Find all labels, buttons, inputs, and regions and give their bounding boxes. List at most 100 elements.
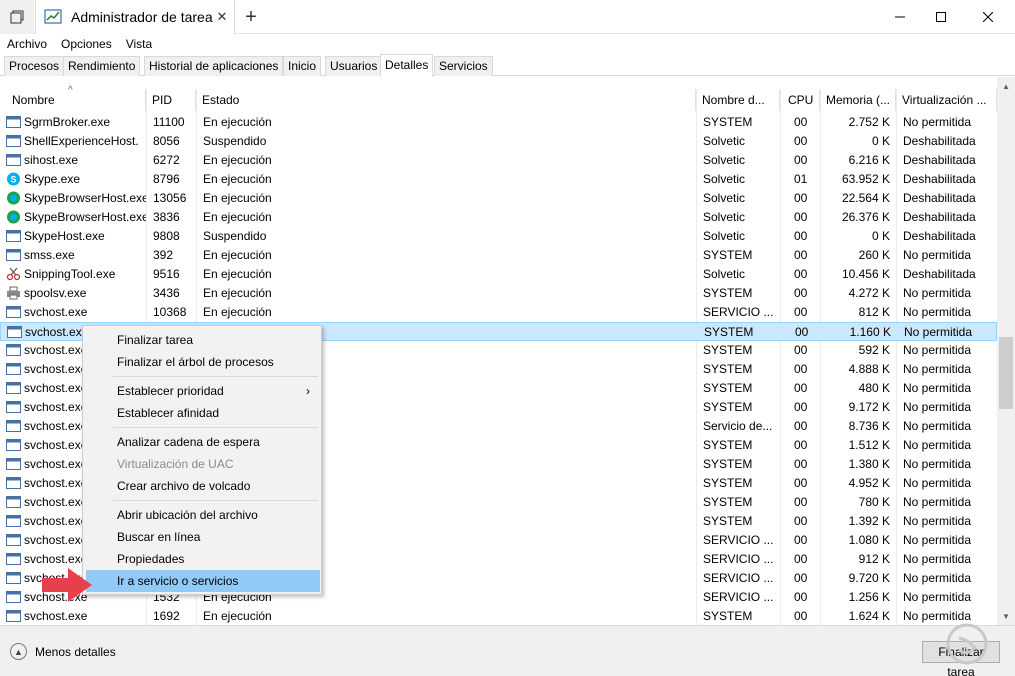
table-row[interactable]: SkypeBrowserHost.exe 13056 En ejecución Sol… [0,189,997,208]
context-menu-item[interactable]: Establecer prioridad › [86,380,320,402]
table-row[interactable]: spoolsv.exe 3436 En ejecución SYSTEM 00 4.272… [0,284,997,303]
table-row[interactable]: SnippingTool.exe 9516 En ejecución Solvetic… [0,265,997,284]
window-icon [6,419,21,433]
context-menu-item[interactable]: Finalizar tarea [86,329,320,351]
cell-user: Solvetic [703,267,746,281]
menu-bar: Archivo Opciones Vista [0,34,1015,54]
tab-historial[interactable]: Historial de aplicaciones [144,56,284,76]
cell-cpu: 00 [794,115,808,129]
cell-pid: 8056 [153,134,180,148]
cell-virt: No permitida [903,248,972,262]
window-icon [6,533,21,547]
less-details-toggle[interactable]: ▲ Menos detalles [10,643,116,660]
cell-virt: Deshabilitada [903,267,976,281]
cell-status: En ejecución [203,248,272,262]
chevron-up-icon: ▲ [10,643,27,660]
context-menu-item[interactable]: Analizar cadena de espera [86,431,320,453]
context-menu-item[interactable]: Finalizar el árbol de procesos [86,351,320,373]
window-icon [6,229,21,243]
cell-virt: Deshabilitada [903,153,976,167]
column-header-virtualization[interactable]: Virtualización ... [896,89,997,111]
cell-cpu: 00 [794,248,808,262]
cell-memory: 9.172 K [848,400,890,414]
cell-cpu: 00 [794,476,808,490]
scroll-thumb[interactable] [999,337,1013,409]
minimize-button[interactable] [877,0,923,34]
column-header-memory[interactable]: Memoria (... [820,89,896,111]
cell-memory: 4.952 K [848,476,890,490]
tab-servicios[interactable]: Servicios [434,56,493,76]
window-icon [6,153,21,167]
context-menu-item[interactable]: Propiedades [86,548,320,570]
close-icon [983,12,993,22]
cell-memory: 63.952 K [841,172,890,186]
tab-detalles[interactable]: Detalles [380,54,434,77]
context-menu-item-label: Virtualización de UAC [117,457,234,471]
cell-cpu: 00 [794,457,808,471]
close-window-button[interactable] [965,0,1011,34]
cell-user: Solvetic [703,134,746,148]
table-row[interactable]: svchost.exe 10368 En ejecución SERVICIO ...… [0,303,997,322]
maximize-button[interactable] [918,0,964,34]
column-header-cpu[interactable]: CPU [780,89,820,111]
scroll-up-icon[interactable]: ▲ [997,77,1015,95]
table-row[interactable]: smss.exe 392 En ejecución SYSTEM 00 260 K No p… [0,246,997,265]
table-row[interactable]: SgrmBroker.exe 11100 En ejecución SYSTEM 00 2… [0,113,997,132]
cell-cpu: 00 [794,609,808,623]
new-tab-button[interactable]: + [236,0,266,34]
less-details-label: Menos detalles [35,644,116,659]
cell-user: Solvetic [703,210,746,224]
tab-procesos[interactable]: Procesos [4,56,65,76]
tab-overview-button[interactable] [0,0,34,34]
context-menu-item[interactable]: Establecer afinidad [86,402,320,424]
context-menu-item[interactable]: Abrir ubicación del archivo [86,504,320,526]
window-tab[interactable]: Administrador de tarea ✕ [35,0,235,34]
menu-separator [113,500,318,501]
watermark-logo-icon [946,623,988,665]
cell-pid: 1692 [153,609,180,623]
table-row[interactable]: svchost.exe 1692 En ejecución SYSTEM 00 1.624… [0,607,997,625]
context-menu-item[interactable]: Ir a servicio o servicios [86,570,320,592]
context-menu-item[interactable]: Crear archivo de volcado [86,475,320,497]
cell-pid: 3836 [153,210,180,224]
cell-status: En ejecución [203,210,272,224]
window-icon [6,609,21,623]
table-row[interactable]: ShellExperienceHost. 8056 Suspendido Solvet… [0,132,997,151]
cell-virt: No permitida [903,590,972,604]
cell-memory: 0 K [871,134,890,148]
menu-opciones[interactable]: Opciones [54,37,119,51]
window-icon [6,438,21,452]
menu-vista[interactable]: Vista [119,37,159,51]
cell-status: En ejecución [203,305,272,319]
scroll-down-icon[interactable]: ▼ [997,607,1015,625]
cell-user: SYSTEM [703,286,753,300]
table-row[interactable]: S Skype.exe 8796 En ejecución Solvetic 01 63.9… [0,170,997,189]
cell-user: SYSTEM [703,362,753,376]
cell-virt: No permitida [904,325,973,339]
table-row[interactable]: sihost.exe 6272 En ejecución Solvetic 00 6.21… [0,151,997,170]
cell-cpu: 00 [795,325,809,339]
context-menu-item[interactable]: Buscar en línea [86,526,320,548]
cell-memory: 1.380 K [848,457,890,471]
cell-user: Solvetic [703,153,746,167]
menu-archivo[interactable]: Archivo [0,37,54,51]
cell-cpu: 00 [794,495,808,509]
vertical-scrollbar[interactable]: ▲ ▼ [997,77,1015,625]
window-icon [6,400,21,414]
column-header-name[interactable]: Nombre [6,89,146,111]
column-header-user[interactable]: Nombre d... [696,89,780,111]
cell-user: Solvetic [703,229,746,243]
window-icon [6,571,21,585]
window-icon [6,476,21,490]
cell-user: SYSTEM [703,495,753,509]
tab-usuarios[interactable]: Usuarios [325,56,383,76]
table-row[interactable]: SkypeHost.exe 9808 Suspendido Solvetic 00 0 K… [0,227,997,246]
tab-rendimiento[interactable]: Rendimiento [63,56,141,76]
cell-cpu: 00 [794,210,808,224]
table-row[interactable]: SkypeBrowserHost.exe 3836 En ejecución Solv… [0,208,997,227]
skype-browser-icon [6,191,21,205]
tab-inicio[interactable]: Inicio [283,56,322,76]
column-header-status[interactable]: Estado [196,89,696,111]
column-header-pid[interactable]: PID [146,89,196,111]
close-tab-icon[interactable]: ✕ [214,9,230,25]
